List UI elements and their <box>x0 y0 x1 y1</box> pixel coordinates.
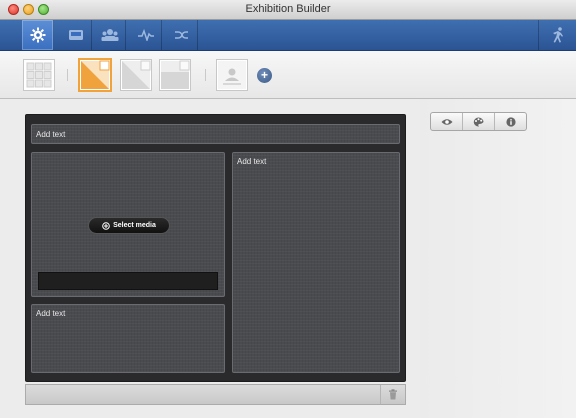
layout-3-button[interactable] <box>159 59 191 91</box>
inspector-tab-preview[interactable] <box>431 113 463 130</box>
layout-2-icon <box>122 60 151 89</box>
nav-settings-button[interactable] <box>22 20 54 50</box>
grid-layout-button[interactable] <box>23 59 55 91</box>
add-circle-icon <box>102 221 110 230</box>
bottom-left-text-label: Add text <box>36 309 66 318</box>
grid-layout-icon <box>26 62 52 88</box>
toolbar-separator <box>67 69 68 81</box>
nav-shuffle-button[interactable] <box>166 20 198 50</box>
shuffle-icon <box>174 31 188 39</box>
nav-activity-button[interactable] <box>130 20 162 50</box>
media-caption-field[interactable] <box>38 272 218 290</box>
canvas-bottom-bar <box>25 384 406 405</box>
toolbar-separator <box>205 69 206 81</box>
builder-main-area: Add text Select media Add text Add text <box>0 99 576 418</box>
eye-icon <box>441 118 452 125</box>
right-text-label: Add text <box>237 157 267 166</box>
layout-1-button[interactable] <box>78 58 112 92</box>
layout-2-button[interactable] <box>120 59 152 91</box>
header-text-panel[interactable]: Add text <box>31 124 400 144</box>
title-bar: Exhibition Builder <box>0 0 576 20</box>
delete-button[interactable] <box>380 385 405 404</box>
people-icon <box>101 29 118 41</box>
header-text-label: Add text <box>36 130 66 139</box>
tray-icon <box>68 30 83 40</box>
window-title: Exhibition Builder <box>245 3 331 15</box>
inspector-tab-info[interactable] <box>495 113 526 130</box>
exhibition-canvas: Add text Select media Add text Add text <box>25 114 406 382</box>
nav-users-button[interactable] <box>94 20 126 50</box>
select-media-label: Select media <box>113 222 156 229</box>
inspector-tabs <box>430 112 527 131</box>
right-text-panel[interactable]: Add text <box>232 152 400 373</box>
main-nav-bar <box>0 20 576 51</box>
nav-storage-button[interactable] <box>60 20 92 50</box>
gear-icon <box>30 27 45 43</box>
nav-run-button[interactable] <box>538 20 576 50</box>
layout-3-icon <box>161 60 190 89</box>
layout-1-icon <box>81 60 110 89</box>
trash-icon <box>389 389 397 400</box>
inspector-tab-style[interactable] <box>463 113 495 130</box>
inspector-panel <box>420 99 576 418</box>
add-layout-button[interactable]: + <box>257 68 272 83</box>
info-icon <box>505 116 516 127</box>
bottom-left-text-panel[interactable]: Add text <box>31 304 225 373</box>
layout-toolbar: + <box>0 51 576 99</box>
media-panel[interactable]: Select media <box>31 152 225 297</box>
pulse-icon <box>137 29 154 41</box>
single-image-layout-button[interactable] <box>216 59 248 91</box>
person-icon <box>218 61 246 89</box>
run-icon <box>552 27 563 43</box>
palette-icon <box>473 117 484 127</box>
select-media-button[interactable]: Select media <box>88 217 170 234</box>
